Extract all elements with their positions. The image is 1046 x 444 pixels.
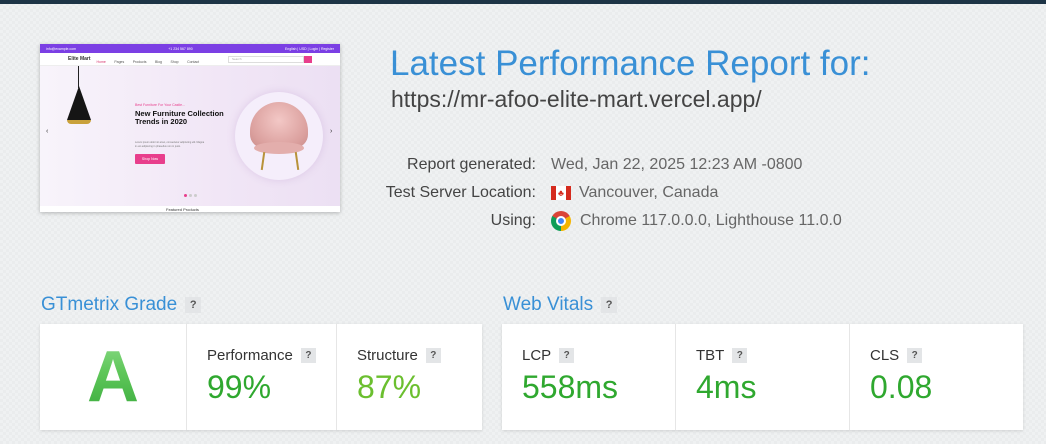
structure-label-row: Structure ? [357,347,441,364]
report-title: Latest Performance Report for: [390,44,871,83]
gtmetrix-grade-title: GTmetrix Grade [41,294,178,315]
thumb-topbar-email: info@example.com [46,46,77,51]
server-location-text: Vancouver, Canada [579,184,719,201]
structure-value: 87% [357,369,422,405]
thumb-menu-item: Home [96,60,106,64]
lamp-cord [78,66,79,88]
tbt-value: 4ms [696,369,757,405]
thumb-topbar-links: English | USD | Login | Register [284,46,334,51]
thumb-prev-arrow: ‹ [46,128,49,135]
structure-label: Structure [357,347,418,364]
structure-help-icon[interactable]: ? [425,348,441,363]
canada-flag-icon: ♣ [551,186,571,200]
report-generated-text: Wed, Jan 22, 2025 12:23 AM -0800 [551,156,803,173]
thumb-hero-title: New Furniture Collection Trends in 2020 [135,109,224,126]
thumb-menu-item: Blog [154,60,162,64]
lcp-cell: LCP ? 558ms [502,324,676,430]
web-vitals-heading: Web Vitals ? [503,294,618,316]
server-location-row: Test Server Location: ♣ Vancouver, Canad… [380,183,719,203]
cls-label: CLS [870,347,900,364]
thumb-hero-kicker: Best Furniture For Your Castle... [135,103,185,107]
performance-label-row: Performance ? [207,347,316,364]
thumb-menu-item: Products [132,60,147,64]
structure-cell: Structure ? 87% [337,324,482,430]
gtmetrix-grade-help-icon[interactable]: ? [185,297,202,313]
performance-cell: Performance ? 99% [187,324,337,430]
gtmetrix-grade-heading: GTmetrix Grade ? [41,294,202,316]
server-location-value: ♣ Vancouver, Canada [540,184,718,202]
lcp-label: LCP [522,347,552,364]
gtmetrix-grade-card: A Performance ? 99% Structure ? 87% [40,324,482,430]
thumb-menu-item: Shop [170,60,179,64]
report-url[interactable]: https://mr-afoo-elite-mart.vercel.app/ [391,86,762,113]
performance-value: 99% [207,369,272,405]
thumb-logo: Elite Mart [68,56,91,62]
report-generated-row: Report generated: Wed, Jan 22, 2025 12:2… [380,155,802,175]
lcp-value: 558ms [522,369,619,405]
thumb-carousel-dots [184,194,197,197]
using-value: Chrome 117.0.0.0, Lighthouse 11.0.0 [540,211,842,231]
lcp-label-row: LCP ? [522,347,575,364]
cls-cell: CLS ? 0.08 [850,324,1023,430]
chair-seat [254,142,304,154]
thumb-menu-item: Contact [187,60,200,64]
cls-label-row: CLS ? [870,347,923,364]
thumb-hero: ‹ › Best Furniture For Your Castle... Ne… [40,66,340,206]
site-screenshot-thumbnail[interactable]: info@example.com +1 234 567 890 English … [40,44,340,212]
web-vitals-title: Web Vitals [503,294,594,315]
tbt-label-row: TBT ? [696,347,748,364]
cls-help-icon[interactable]: ? [907,348,923,363]
lamp-rim [67,120,91,124]
performance-label: Performance [207,347,293,364]
report-generated-label: Report generated: [407,156,536,173]
chrome-icon [551,211,571,231]
web-vitals-help-icon[interactable]: ? [601,297,618,313]
thumb-hero-button: Shop Now [135,154,165,164]
using-label: Using: [490,212,536,229]
top-bar [0,0,1046,4]
performance-help-icon[interactable]: ? [300,348,316,363]
lamp-shade [67,86,91,120]
tbt-cell: TBT ? 4ms [676,324,850,430]
using-row: Using: Chrome 117.0.0.0, Lighthouse 11.0… [380,211,842,231]
thumb-search-button [304,55,312,63]
server-location-label: Test Server Location: [385,184,536,201]
cls-value: 0.08 [870,369,933,405]
using-text: Chrome 117.0.0.0, Lighthouse 11.0.0 [580,212,842,229]
report-generated-value: Wed, Jan 22, 2025 12:23 AM -0800 [540,156,802,174]
grade-letter: A [40,324,186,430]
thumb-bottom-text: Featured Products [166,207,199,212]
web-vitals-card: LCP ? 558ms TBT ? 4ms CLS ? 0.08 [502,324,1023,430]
thumb-next-arrow: › [330,128,333,135]
thumb-hero-desc: Lorem ipsum dolor sit amet, consectetur … [135,141,205,148]
tbt-help-icon[interactable]: ? [732,348,748,363]
tbt-label: TBT [696,347,725,364]
thumb-navbar: Elite Mart Home Pages Products Blog Shop… [40,53,340,66]
thumb-search: Search [228,55,304,63]
lcp-help-icon[interactable]: ? [559,348,575,363]
grade-cell: A [40,324,187,430]
thumb-menu-item: Pages [114,60,125,64]
